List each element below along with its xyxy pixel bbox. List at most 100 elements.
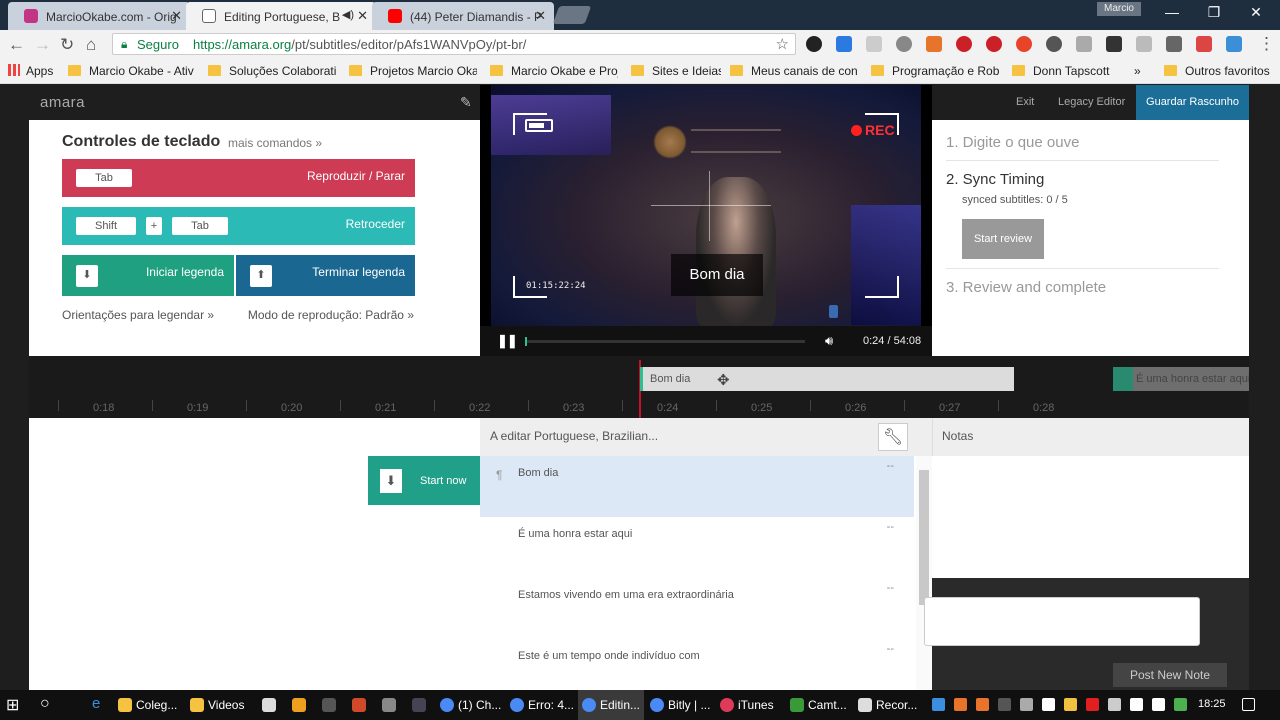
pinterest-icon[interactable] — [956, 36, 972, 52]
download-extension-icon[interactable] — [836, 36, 852, 52]
taskbar-item[interactable]: Bitly | ... — [650, 690, 714, 720]
bookmark-folder[interactable]: Sites e Ideias — [631, 64, 721, 78]
step-review-and-complete[interactable]: 3. Review and complete — [946, 279, 1106, 296]
bookmark-folder[interactable]: Marcio Okabe e Proje — [490, 64, 618, 78]
extension-icon[interactable] — [926, 36, 942, 52]
home-icon[interactable]: ⌂ — [86, 35, 96, 55]
more-commands-link[interactable]: mais comandos » — [228, 136, 322, 150]
volume-icon[interactable]: 🔊︎ — [825, 333, 833, 349]
store-icon[interactable] — [262, 690, 280, 720]
rewind-shortcut[interactable]: Shift + Tab Retroceder — [62, 207, 415, 245]
pause-icon[interactable]: ❚❚ — [497, 333, 518, 349]
back-icon[interactable]: ← — [8, 35, 25, 55]
tab-marcio-okabe[interactable]: MarcioOkabe.com - Orig ✕ — [8, 2, 190, 30]
save-draft-button[interactable]: Guardar Rascunho — [1136, 85, 1249, 120]
subtitle-row[interactable]: Estamos vivendo em uma era extraordinári… — [480, 578, 914, 639]
close-window-icon[interactable]: ✕ — [1242, 4, 1270, 24]
playback-mode-link[interactable]: Modo de reprodução: Padrão » — [248, 308, 414, 322]
clock[interactable]: 18:25 — [1198, 698, 1226, 710]
pinterest-icon[interactable] — [986, 36, 1002, 52]
app-icon[interactable] — [412, 690, 430, 720]
subtitle-timeline[interactable]: 0:18 0:19 0:20 0:21 0:22 0:23 0:24 0:25 0:26 0:27… — [29, 356, 1249, 418]
play-stop-shortcut[interactable]: Tab Reproduzir / Parar — [62, 159, 415, 197]
tray-icon[interactable] — [998, 698, 1011, 711]
powerpoint-icon[interactable] — [352, 690, 370, 720]
exit-button[interactable]: Exit — [1016, 96, 1034, 108]
video-player[interactable]: REC 01:15:22:24 Bom dia ❚❚ 🔊︎ 0:24 / 54:… — [480, 85, 932, 356]
search-icon[interactable]: ○ — [40, 690, 50, 720]
scrollbar-thumb[interactable] — [919, 470, 929, 605]
tray-icon[interactable] — [932, 698, 945, 711]
extension-icon[interactable] — [896, 36, 912, 52]
new-tab-button[interactable] — [552, 6, 592, 24]
extension-icon[interactable] — [866, 36, 882, 52]
start-review-button[interactable]: Start review — [962, 219, 1044, 259]
app-icon[interactable] — [382, 690, 400, 720]
video-frame[interactable]: REC 01:15:22:24 Bom dia — [491, 85, 921, 327]
timeline-subtitle-block[interactable]: Bom dia — [640, 367, 1014, 391]
taskbar-item[interactable]: Coleg... — [118, 690, 186, 720]
bookmark-apps[interactable]: Apps — [8, 64, 53, 78]
tray-icon[interactable] — [1064, 698, 1077, 711]
windows-start-icon[interactable]: ⊞ — [6, 690, 19, 720]
tray-icon[interactable] — [976, 698, 989, 711]
tray-icon[interactable] — [1020, 698, 1033, 711]
tray-icon[interactable] — [1086, 698, 1099, 711]
subtitle-text[interactable]: É uma honra estar aqui — [518, 528, 632, 540]
extension-icon[interactable] — [1196, 36, 1212, 52]
edit-pencil-icon[interactable]: ✎ — [460, 94, 472, 111]
extension-icon[interactable] — [1046, 36, 1062, 52]
wrench-icon[interactable]: 🔧︎ — [878, 423, 908, 451]
extension-icon[interactable] — [1136, 36, 1152, 52]
start-subtitle-shortcut[interactable]: ⬇ Iniciar legenda — [62, 255, 234, 296]
bookmark-folder[interactable]: Programação e Robó — [871, 64, 999, 78]
pocket-icon[interactable] — [1106, 36, 1122, 52]
amara-logo[interactable]: amara — [40, 94, 85, 111]
profile-chip[interactable]: Marcio — [1097, 2, 1141, 16]
extension-icon[interactable] — [1226, 36, 1242, 52]
bookmark-folder[interactable]: Outros favoritos — [1164, 64, 1270, 78]
drive-tray-icon[interactable] — [1174, 698, 1187, 711]
subtitle-text[interactable]: Bom dia — [518, 467, 558, 479]
bluetooth-icon[interactable] — [1042, 698, 1055, 711]
tray-icon[interactable] — [1108, 698, 1121, 711]
close-icon[interactable]: ✕ — [171, 8, 182, 24]
taskbar-item[interactable]: iTunes — [720, 690, 782, 720]
bookmarks-overflow-button[interactable]: » — [1134, 64, 1141, 78]
subtitle-guidelines-link[interactable]: Orientações para legendar » — [62, 308, 214, 322]
taskbar-item[interactable]: (1) Ch... — [440, 690, 504, 720]
close-icon[interactable]: ✕ — [535, 8, 546, 24]
video-progress-bar[interactable] — [525, 337, 805, 346]
extension-icon[interactable] — [806, 36, 822, 52]
subtitle-text[interactable]: Este é um tempo onde indivíduo com — [518, 650, 700, 662]
forward-icon[interactable]: → — [34, 35, 51, 55]
start-now-button[interactable]: ⬇ Start now — [368, 456, 490, 505]
media-player-icon[interactable] — [292, 690, 310, 720]
progress-playhead[interactable] — [525, 337, 527, 346]
extension-icon[interactable] — [1016, 36, 1032, 52]
subtitle-text[interactable]: Estamos vivendo em uma era extraordinári… — [518, 589, 734, 601]
taskbar-item-active[interactable]: Editin... — [578, 690, 644, 720]
bookmark-star-icon[interactable]: ☆ — [776, 35, 789, 53]
taskbar-item[interactable]: Recor... — [858, 690, 920, 720]
taskbar-item[interactable]: Erro: 4... — [510, 690, 574, 720]
close-icon[interactable]: ✕ — [357, 8, 368, 24]
restore-icon[interactable]: ❐ — [1200, 4, 1228, 24]
subtitle-row[interactable]: Este é um tempo onde indivíduo com -- — [480, 639, 914, 690]
subtitle-list-scrollbar[interactable] — [916, 456, 932, 690]
taskbar-item[interactable]: Camt... — [790, 690, 852, 720]
volume-tray-icon[interactable] — [1152, 698, 1165, 711]
menu-icon[interactable]: ⋮ — [1258, 34, 1275, 54]
step-sync-timing[interactable]: 2. Sync Timing — [946, 171, 1044, 188]
minimize-icon[interactable]: — — [1158, 4, 1186, 24]
edge-icon[interactable]: e — [92, 690, 100, 720]
battery-tray-icon[interactable] — [1130, 698, 1143, 711]
extension-icon[interactable] — [1166, 36, 1182, 52]
bookmark-folder[interactable]: Meus canais de cont — [730, 64, 858, 78]
extension-icon[interactable] — [1076, 36, 1092, 52]
tray-icon[interactable] — [954, 698, 967, 711]
note-textarea[interactable] — [924, 597, 1200, 646]
reload-icon[interactable]: ↻ — [60, 35, 74, 55]
subtitle-row[interactable]: É uma honra estar aqui -- — [480, 517, 914, 578]
end-subtitle-shortcut[interactable]: ⬆ Terminar legenda — [236, 255, 415, 296]
